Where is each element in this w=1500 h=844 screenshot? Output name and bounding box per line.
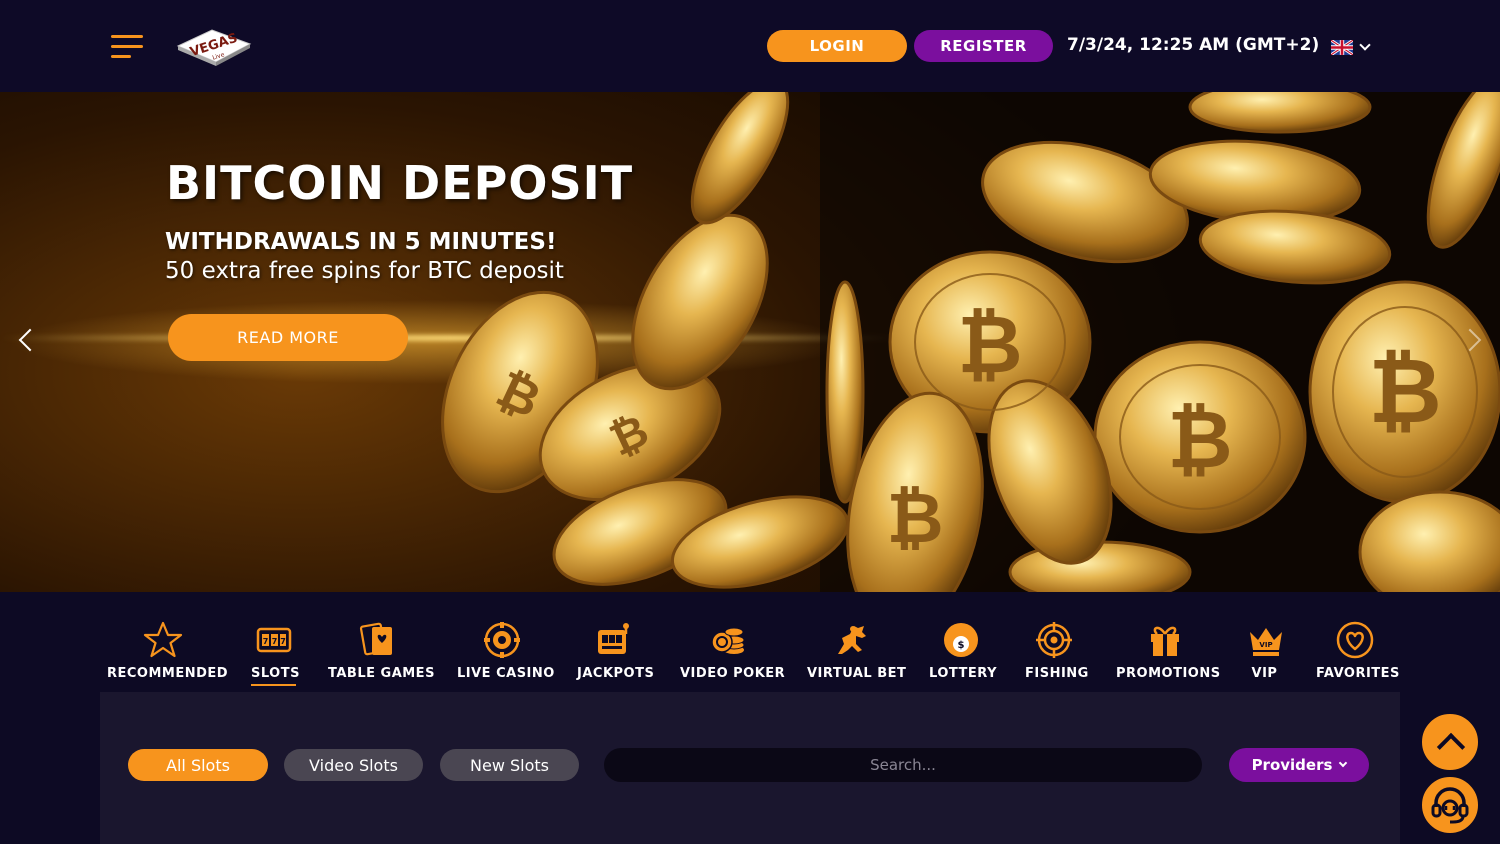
site-logo[interactable]: VEGAS Live [172,22,256,72]
chevron-down-icon [1359,39,1371,51]
category-table-games[interactable]: TABLE GAMES [328,620,435,681]
filter-all-slots[interactable]: All Slots [128,749,268,781]
poker-chips-icon [710,627,744,654]
register-button[interactable]: REGISTER [914,30,1053,62]
scroll-to-top-button[interactable] [1420,712,1480,772]
svg-text:₿: ₿ [886,477,943,559]
category-label: PROMOTIONS [1116,666,1221,681]
category-label: LOTTERY [929,666,997,681]
category-label: TABLE GAMES [328,666,435,681]
svg-text:7: 7 [280,637,286,646]
category-fishing[interactable]: FISHING [1025,620,1089,681]
cards-icon [359,622,392,656]
lottery-ball-icon: $ [944,623,978,657]
providers-dropdown[interactable]: Providers [1229,748,1369,782]
jackpot-icon [597,623,629,654]
category-virtual-bet[interactable]: VIRTUAL BET [807,620,907,681]
category-label: JACKPOTS [577,666,655,681]
read-more-button[interactable]: READ MORE [168,314,408,361]
heart-icon [1336,621,1373,659]
category-label: FISHING [1025,666,1089,681]
category-nav: RECOMMENDED 7 7 7 SLOTS TABLE GAMES LIVE… [0,592,1500,692]
svg-text:₿: ₿ [1368,339,1441,444]
uk-flag-icon [1331,39,1353,55]
category-label: RECOMMENDED [107,666,229,681]
filter-new-slots[interactable]: New Slots [440,749,579,781]
headset-icon [1431,787,1469,824]
category-recommended[interactable]: RECOMMENDED [107,620,229,681]
language-selector[interactable] [1331,38,1375,56]
category-label: VIP [1251,666,1278,681]
svg-text:VIP: VIP [1259,641,1272,649]
svg-text:₿: ₿ [1167,393,1232,486]
svg-text:7: 7 [262,637,268,646]
support-button[interactable] [1420,775,1480,835]
gift-icon [1151,626,1179,656]
banner-title: BITCOIN DEPOSIT [166,156,634,210]
slot-machine-icon: 7 7 7 [256,627,291,653]
category-label: FAVORITES [1316,666,1400,681]
category-label: VIDEO POKER [680,666,786,681]
svg-text:$: $ [958,640,965,651]
star-icon [143,621,183,658]
hero-banner: ₿ ₿ ₿ ₿ ₿ ₿ BITCOIN DEPOSIT WITHDRAWALS … [0,92,1500,592]
chevron-down-icon [1339,758,1348,768]
category-label: LIVE CASINO [457,666,555,681]
category-live-casino[interactable]: LIVE CASINO [457,620,555,681]
banner-subtitle: WITHDRAWALS IN 5 MINUTES! [165,229,557,255]
category-label: SLOTS [251,666,299,686]
category-favorites[interactable]: FAVORITES [1316,620,1400,681]
chip-icon [483,622,520,658]
search-input[interactable] [604,748,1202,782]
svg-text:7: 7 [271,637,277,646]
crown-icon: VIP [1250,628,1282,656]
horse-icon [838,626,866,654]
category-promotions[interactable]: PROMOTIONS [1116,620,1221,681]
category-jackpots[interactable]: JACKPOTS [577,620,655,681]
category-label: VIRTUAL BET [807,666,907,681]
category-video-poker[interactable]: VIDEO POKER [680,620,786,681]
providers-label: Providers [1251,756,1333,774]
filter-video-slots[interactable]: Video Slots [284,749,423,781]
category-vip[interactable]: VIP VIP [1246,620,1283,681]
games-panel: All Slots Video Slots New Slots Provider… [100,692,1400,844]
chevron-up-icon [1436,732,1466,762]
datetime-display: 7/3/24, 12:25 AM (GMT+2) [1067,35,1320,55]
category-lottery[interactable]: $ LOTTERY [929,620,997,681]
banner-description: 50 extra free spins for BTC deposit [165,258,564,284]
site-header: VEGAS Live LOGIN REGISTER 7/3/24, 12:25 … [0,0,1500,92]
category-slots[interactable]: 7 7 7 SLOTS [251,620,299,686]
menu-icon[interactable] [111,33,145,61]
target-icon [1036,622,1072,658]
login-button[interactable]: LOGIN [767,30,907,62]
svg-text:₿: ₿ [957,298,1022,391]
